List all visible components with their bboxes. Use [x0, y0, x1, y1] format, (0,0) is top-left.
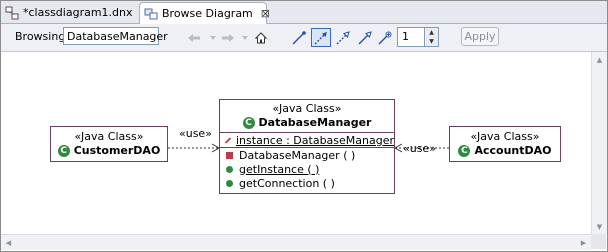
class-accountdao[interactable]: «Java Class» C AccountDAO: [449, 126, 561, 162]
spin-down-icon[interactable]: ▼: [425, 37, 438, 46]
scroll-left-icon[interactable]: ◀: [1, 235, 16, 250]
java-class-icon: C: [458, 145, 471, 157]
browsing-label: Browsing:: [15, 30, 70, 43]
home-icon[interactable]: [251, 28, 271, 47]
java-class-icon: C: [242, 117, 255, 129]
close-tab-icon[interactable]: ⊠: [261, 7, 270, 20]
scrollbar-corner: [591, 234, 606, 249]
depth-spinner[interactable]: ▲ ▼: [425, 27, 439, 47]
association-filter-icon[interactable]: [289, 28, 309, 47]
scroll-right-icon[interactable]: ▶: [576, 235, 591, 250]
scroll-down-icon[interactable]: ▼: [592, 219, 607, 234]
method-row[interactable]: getConnection ( ): [220, 176, 394, 190]
browsing-field[interactable]: DatabaseManager: [63, 27, 168, 45]
horizontal-scrollbar[interactable]: ◀ ▶: [1, 234, 591, 250]
class-customerdao[interactable]: «Java Class» C CustomerDAO: [50, 126, 168, 162]
method-row[interactable]: getInstance ( ): [220, 162, 394, 176]
class-name: C CustomerDAO: [51, 144, 167, 158]
class-name: C DatabaseManager: [220, 116, 394, 130]
dependency-filter-icon[interactable]: [311, 28, 331, 47]
method-row[interactable]: DatabaseManager ( ): [220, 148, 394, 162]
inner-class-filter-icon[interactable]: [375, 28, 395, 47]
scroll-up-icon[interactable]: ▲: [592, 52, 607, 67]
class-name: C AccountDAO: [450, 144, 560, 158]
back-arrow-icon[interactable]: [185, 28, 205, 47]
class-stereotype: «Java Class»: [470, 130, 540, 143]
use-relationship-label: «use»: [179, 127, 212, 140]
field-row[interactable]: instance : DatabaseManager: [220, 133, 394, 147]
browse-toolbar: Browsing: DatabaseManager 1 ▲ ▼ Apply: [1, 24, 607, 52]
java-class-icon: C: [57, 145, 70, 157]
spin-up-icon[interactable]: ▲: [425, 28, 438, 37]
class-databasemanager[interactable]: «Java Class» C DatabaseManager instance …: [219, 99, 395, 194]
diagram-canvas[interactable]: «use» «use» «Java Class» C CustomerDAO «…: [1, 52, 591, 234]
static-method-icon: [226, 165, 233, 173]
constructor-icon: [226, 151, 233, 159]
vertical-scrollbar[interactable]: ▲ ▼: [591, 52, 607, 234]
depth-input[interactable]: 1: [397, 27, 425, 47]
generalization-filter-icon[interactable]: [355, 28, 375, 47]
class-diagram-icon: [5, 6, 19, 20]
tab-label: Browse Diagram: [162, 7, 253, 20]
browse-diagram-icon: [144, 7, 158, 21]
method-icon: [226, 179, 233, 187]
tab-classdiagram1[interactable]: *classdiagram1.dnx: [5, 3, 133, 22]
static-field-icon: [224, 136, 232, 144]
class-stereotype: «Java Class»: [272, 102, 342, 115]
realization-filter-icon[interactable]: [333, 28, 353, 47]
class-stereotype: «Java Class»: [74, 130, 144, 143]
tab-label: *classdiagram1.dnx: [23, 6, 133, 19]
use-relationship-label: «use»: [403, 142, 436, 155]
forward-arrow-icon[interactable]: [217, 28, 237, 47]
editor-tab-strip: *classdiagram1.dnx Browse Diagram ⊠: [1, 1, 607, 24]
tab-browse-diagram[interactable]: Browse Diagram ⊠: [139, 2, 270, 24]
apply-button[interactable]: Apply: [461, 27, 499, 46]
